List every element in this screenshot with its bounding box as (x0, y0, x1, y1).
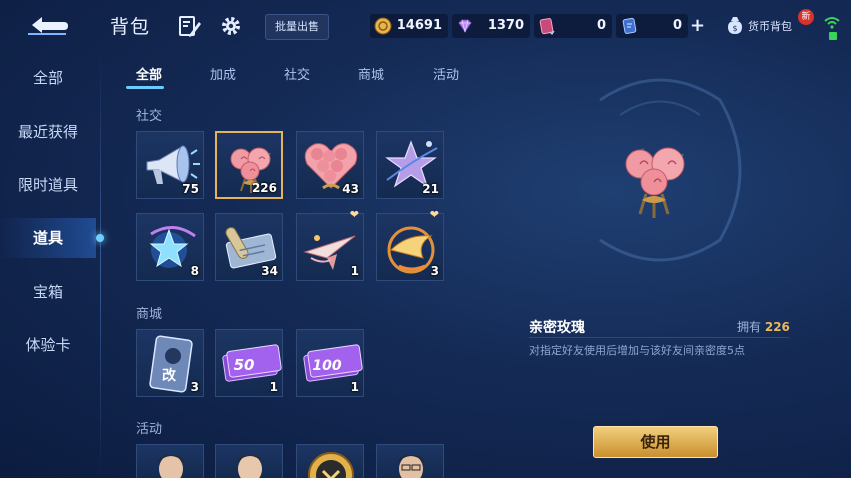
back-arrow-icon (28, 17, 68, 35)
sidebar-item-items[interactable]: 道具 (0, 218, 96, 258)
currency-wallet-button[interactable]: $ 货币背包 新 (722, 9, 814, 40)
item-slot-rose-bouquet[interactable]: 226 (215, 131, 283, 199)
gold-badge-icon (308, 452, 354, 478)
gear-icon (222, 17, 240, 35)
item-slot-avatar-2[interactable] (215, 444, 283, 478)
item-slot-scroll[interactable]: 34 (215, 213, 283, 281)
owned-count: 拥有 226 (737, 320, 790, 334)
item-slot-paper-plane[interactable]: ❤ 1 (296, 208, 364, 281)
sidebar-item-chests[interactable]: 宝箱 (0, 272, 96, 312)
new-badge: 新 (798, 9, 814, 25)
tab-mall[interactable]: 商城 (358, 64, 384, 83)
wifi-icon (824, 17, 840, 29)
item-slot-badge[interactable] (296, 444, 364, 478)
money-bag-icon: $ (728, 17, 742, 34)
sidebar: 全部 最近获得 限时道具 道具 宝箱 体验卡 (0, 52, 104, 478)
tab-event[interactable]: 活动 (433, 64, 459, 83)
batch-sell-button[interactable]: 批量出售 (265, 14, 329, 40)
edit-button[interactable] (178, 14, 202, 38)
item-slot-golden-bird[interactable]: ❤ 3 (376, 208, 444, 281)
tab-social[interactable]: 社交 (284, 64, 310, 83)
item-slot-blue-flame[interactable]: 8 (136, 213, 204, 281)
section-label-mall: 商城 (136, 307, 163, 322)
sidebar-item-limited[interactable]: 限时道具 (0, 165, 96, 205)
red-ticket-icon (539, 18, 555, 35)
top-bar: 背包 批量出售 14691 1370 0 0 + $ 货币背包 新 (0, 0, 851, 52)
category-tabs: 全部 加成 社交 商城 活动 (108, 60, 488, 90)
use-button[interactable]: 使用 (593, 426, 718, 458)
section-label-event: 活动 (136, 422, 163, 437)
avatar-icon (397, 455, 425, 478)
avatar-icon (157, 455, 185, 478)
item-description: 对指定好友使用后增加与该好友间亲密度5点 (529, 344, 745, 357)
diamond-icon (458, 19, 472, 33)
wallet-label: 货币背包 (748, 20, 792, 33)
item-slot-megaphone[interactable]: 75 (136, 131, 204, 199)
tab-underline (126, 86, 164, 89)
item-slot-avatar-1[interactable] (136, 444, 204, 478)
add-currency-button[interactable]: + (690, 17, 705, 35)
svg-text:改: 改 (162, 367, 177, 384)
svg-text:100: 100 (312, 358, 341, 374)
item-slot-star-gift[interactable]: 21 (376, 131, 444, 199)
item-slot-avatar-3[interactable] (376, 444, 444, 478)
page-title: 背包 (110, 16, 151, 38)
blue-ticket-icon (622, 17, 637, 34)
tab-all[interactable]: 全部 (136, 64, 162, 83)
svg-text:50: 50 (234, 356, 255, 374)
gold-coin-counter: 14691 (370, 14, 448, 38)
svg-text:$: $ (732, 24, 737, 33)
settings-button[interactable] (219, 14, 243, 38)
rose-bouquet-large-icon (625, 147, 685, 218)
diamond-counter: 1370 (452, 14, 530, 38)
back-button[interactable] (26, 12, 72, 38)
blue-ticket-counter: 0 (616, 14, 688, 38)
gold-coin-icon (374, 17, 392, 35)
active-indicator-dot (96, 234, 104, 242)
tab-boost[interactable]: 加成 (210, 64, 236, 83)
sidebar-item-recent[interactable]: 最近获得 (0, 112, 96, 152)
detail-divider (529, 337, 789, 338)
item-name: 亲密玫瑰 (529, 320, 585, 336)
sidebar-item-trial-cards[interactable]: 体验卡 (0, 325, 96, 365)
battery-icon (829, 32, 837, 40)
section-label-social: 社交 (136, 109, 163, 124)
edit-icon (179, 16, 201, 37)
item-slot-coupon-100[interactable]: 100 1 (296, 329, 364, 397)
sidebar-item-all[interactable]: 全部 (0, 58, 96, 98)
avatar-icon (236, 455, 264, 478)
item-slot-rename-card[interactable]: 改 3 (136, 329, 204, 397)
red-ticket-counter: 0 (534, 14, 612, 38)
item-slot-heart-roses[interactable]: 43 (296, 131, 364, 199)
item-slot-coupon-50[interactable]: 50 1 (215, 329, 283, 397)
